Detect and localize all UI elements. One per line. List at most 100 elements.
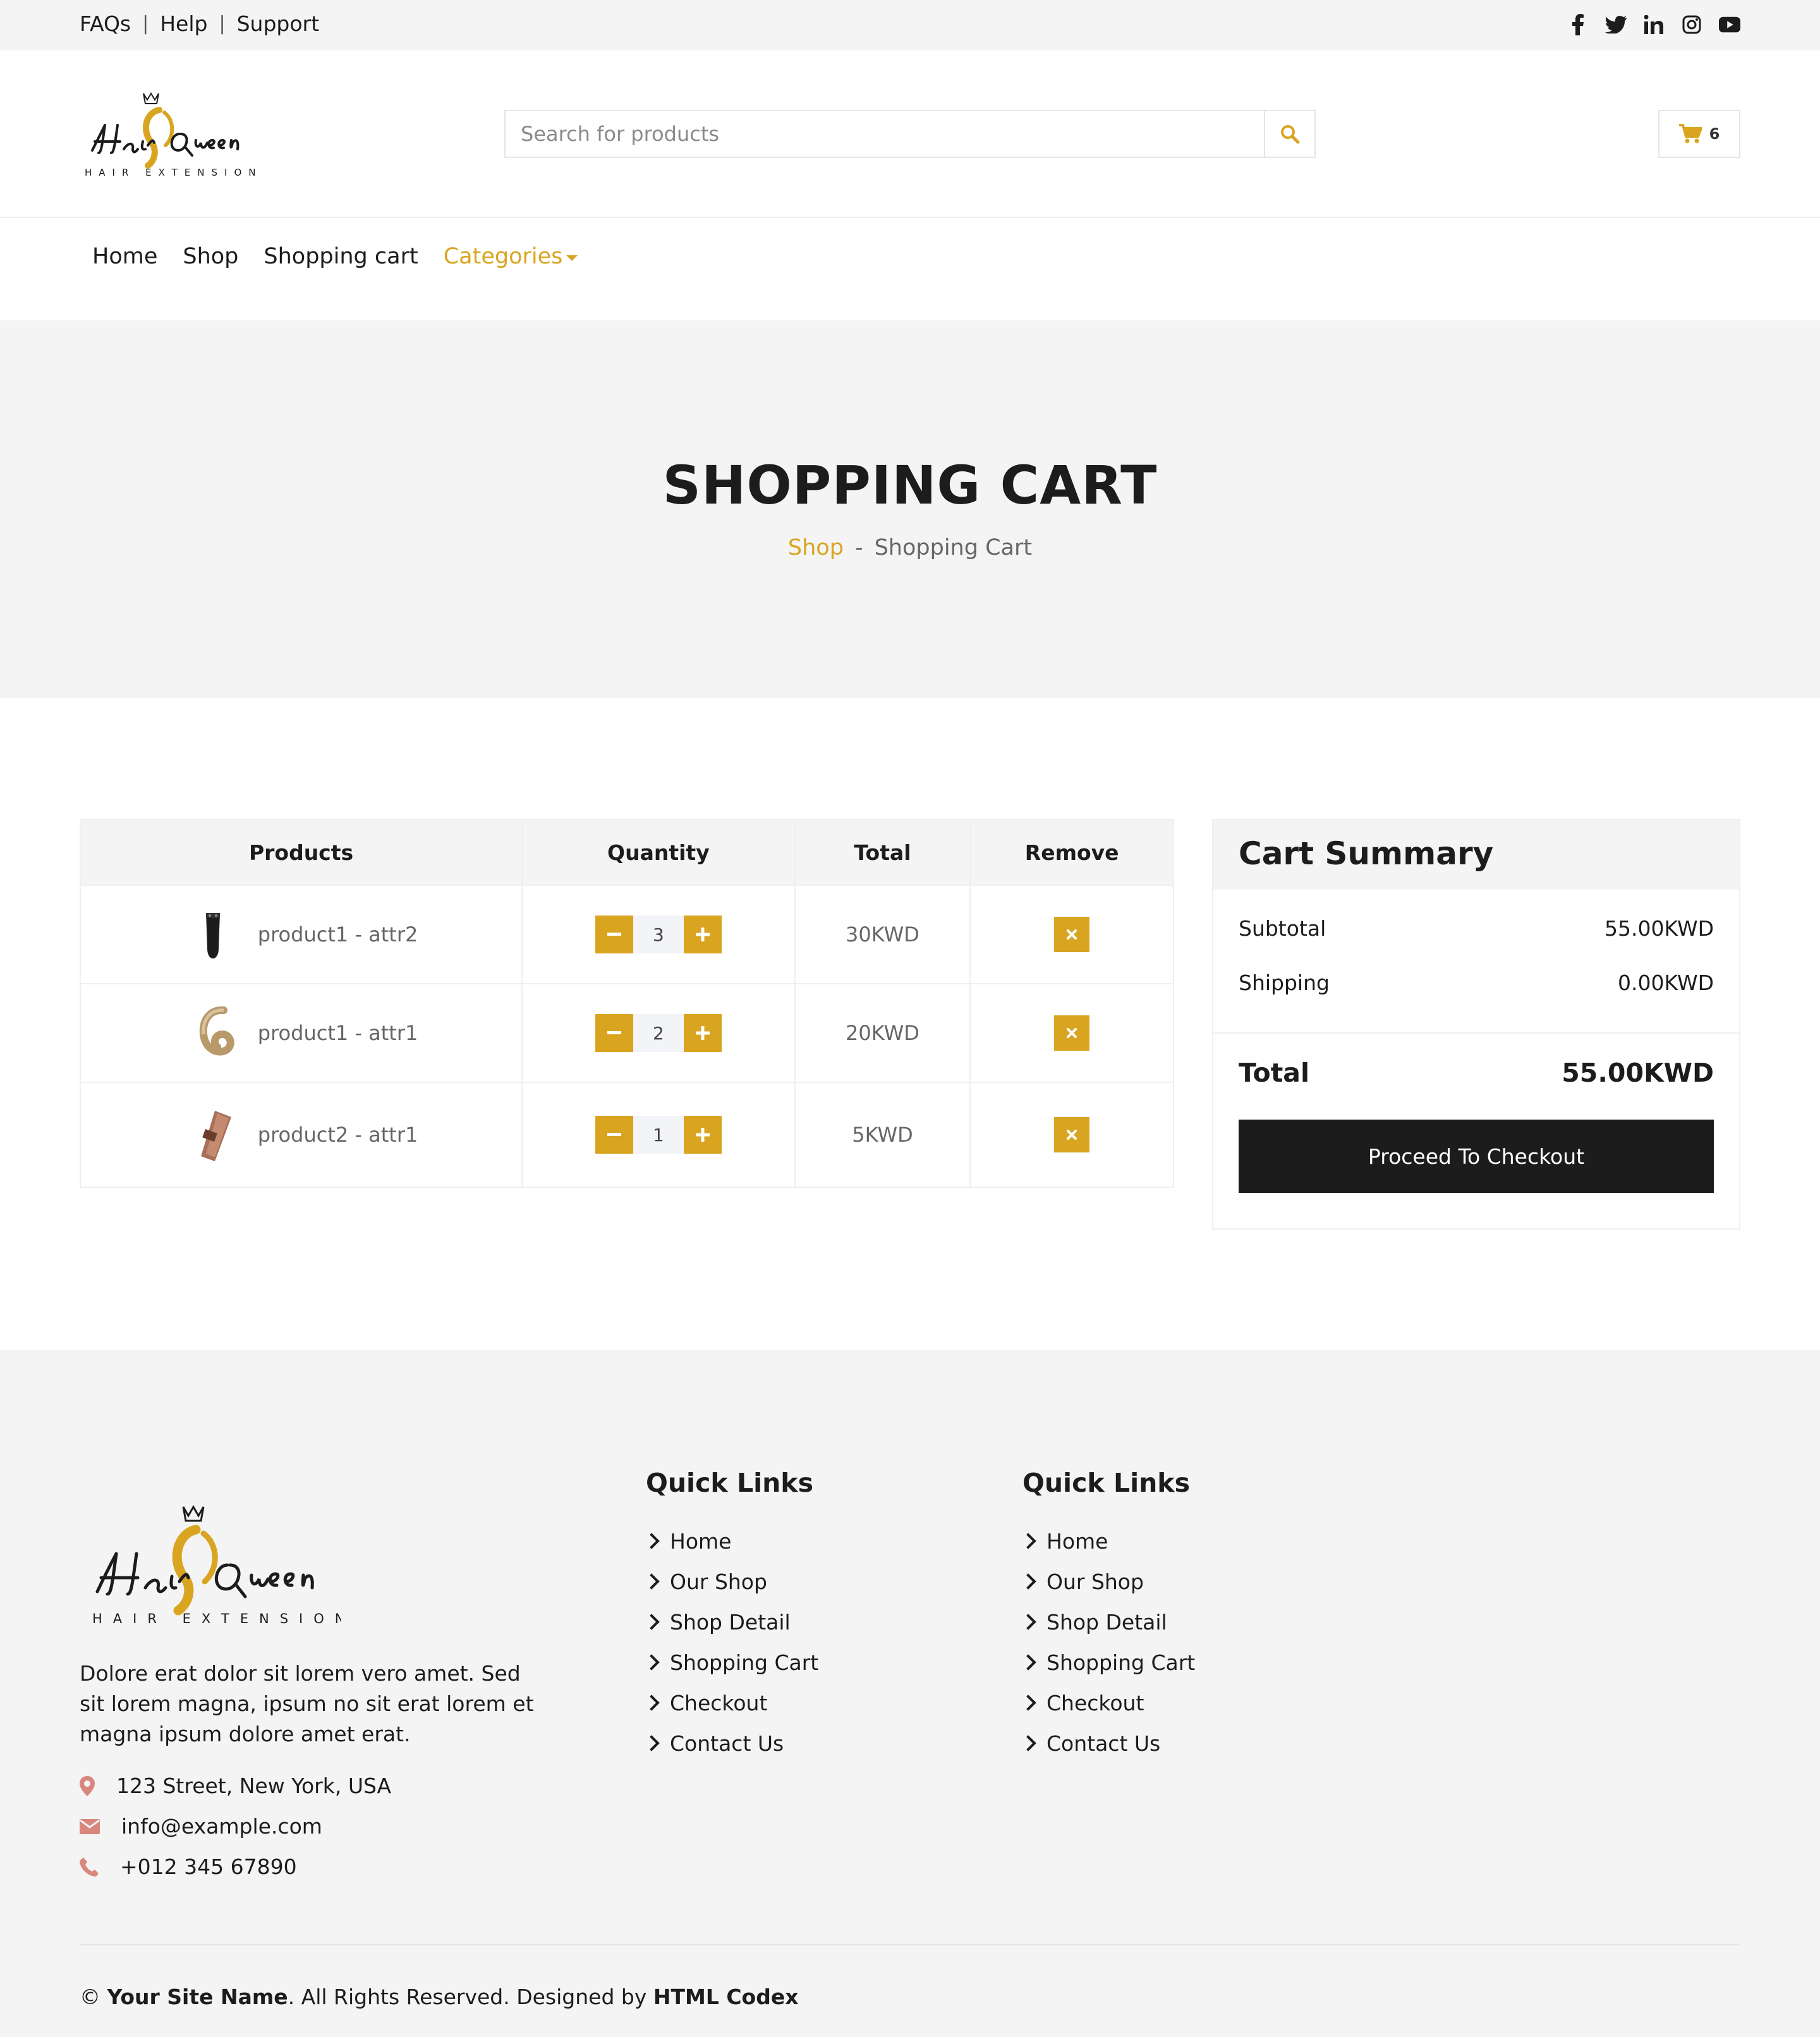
quantity-value[interactable]: 1 [633,1116,684,1154]
chevron-right-icon [1020,1654,1036,1671]
copyright: © Your Site Name. All Rights Reserved. D… [80,1985,799,2009]
product-thumbnail[interactable] [185,903,241,966]
column-header-quantity: Quantity [521,819,796,886]
footer-link-label: Home [1046,1528,1108,1554]
breadcrumb: Shop - Shopping Cart [0,535,1820,560]
breadcrumb-separator: - [854,535,863,560]
footer-link-checkout[interactable]: Checkout [643,1683,818,1723]
instagram-icon[interactable] [1681,13,1702,37]
chevron-right-icon [1020,1533,1036,1549]
footer-link-label: Home [670,1528,732,1554]
nav-shop[interactable]: Shop [183,244,238,269]
decrease-quantity-button[interactable] [595,1116,633,1154]
column-header-total: Total [794,819,971,886]
chevron-right-icon [1020,1573,1036,1590]
footer-link-shop-detail[interactable]: Shop Detail [1020,1602,1195,1642]
product-cell: product1 - attr1 [79,983,523,1083]
shipping-value: 0.00KWD [1618,970,1714,995]
product-name[interactable]: product1 - attr1 [258,1021,418,1045]
footer-link-label: Our Shop [1046,1569,1144,1594]
designer-link[interactable]: HTML Codex [653,1985,799,2009]
cart-summary: Cart Summary Subtotal 55.00KWD Shipping … [1212,819,1740,1230]
footer-link-contact-us[interactable]: Contact Us [643,1723,818,1763]
quick-links-title: Quick Links [646,1468,813,1498]
footer-link-home[interactable]: Home [1020,1521,1195,1561]
remove-item-button[interactable] [1054,1117,1090,1152]
copyright-symbol: © [80,1985,100,2009]
chevron-right-icon [643,1573,660,1590]
nav-shopping-cart[interactable]: Shopping cart [264,244,418,269]
quantity-value[interactable]: 2 [633,1014,684,1052]
nav-categories-dropdown[interactable]: Categories [444,244,578,269]
remove-item-button[interactable] [1054,917,1090,952]
footer-link-label: Contact Us [1046,1731,1161,1756]
support-link[interactable]: Support [237,11,319,36]
footer-address: 123 Street, New York, USA [80,1774,391,1798]
quantity-value[interactable]: 3 [633,916,684,953]
close-icon [1067,1130,1077,1140]
footer-link-label: Contact Us [670,1731,784,1756]
nav-home[interactable]: Home [92,244,157,269]
table-row: product2 - attr1 1 5KWD [79,1082,1174,1188]
search-button[interactable] [1264,111,1314,157]
footer-link-our-shop[interactable]: Our Shop [1020,1561,1195,1602]
youtube-icon[interactable] [1719,13,1740,37]
chevron-right-icon [643,1533,660,1549]
line-total: 5KWD [794,1082,971,1188]
remove-item-button[interactable] [1054,1015,1090,1051]
remove-cell [969,1082,1174,1188]
product-name[interactable]: product1 - attr2 [258,922,418,946]
footer-link-shop-detail[interactable]: Shop Detail [643,1602,818,1642]
breadcrumb-shop-link[interactable]: Shop [788,535,844,560]
footer-divider [80,1944,1740,1945]
product-thumbnail[interactable] [185,1001,241,1065]
footer-logo[interactable]: HAIR EXTENSIONS [88,1497,364,1636]
line-total: 20KWD [794,983,971,1083]
quantity-cell: 1 [521,1082,796,1188]
facebook-icon[interactable] [1567,13,1589,37]
footer-link-shopping-cart[interactable]: Shopping Cart [1020,1642,1196,1683]
cart-table-header: Products Quantity Total Remove [79,819,1174,886]
footer-link-shopping-cart[interactable]: Shopping Cart [643,1642,819,1683]
increase-quantity-button[interactable] [683,1116,722,1154]
footer-link-our-shop[interactable]: Our Shop [643,1561,818,1602]
footer-phone: +012 345 67890 [80,1854,297,1879]
phone-text[interactable]: +012 345 67890 [120,1854,297,1879]
shipping-label: Shipping [1239,970,1330,995]
chevron-right-icon [1020,1695,1036,1711]
chevron-right-icon [643,1654,660,1671]
separator: | [142,13,149,35]
proceed-to-checkout-button[interactable]: Proceed To Checkout [1239,1120,1714,1193]
site-header: HAIR EXTENSIONS 6 [0,51,1820,218]
product-thumbnail[interactable] [185,1103,241,1166]
site-logo[interactable]: HAIR EXTENSIONS [85,87,269,182]
footer-link-label: Shopping Cart [1046,1650,1196,1675]
product-name[interactable]: product2 - attr1 [258,1123,418,1147]
total-value: 55.00KWD [1562,1058,1714,1088]
increase-quantity-button[interactable] [683,916,722,953]
footer-link-home[interactable]: Home [643,1521,818,1561]
header-cart-button[interactable]: 6 [1658,110,1740,158]
close-icon [1067,929,1077,940]
twitter-icon[interactable] [1605,13,1627,37]
increase-quantity-button[interactable] [683,1014,722,1052]
site-name-link[interactable]: Your Site Name [107,1985,288,2009]
help-link[interactable]: Help [160,11,207,36]
email-text[interactable]: info@example.com [121,1814,322,1839]
caret-down-icon [566,255,578,261]
footer-link-checkout[interactable]: Checkout [1020,1683,1195,1723]
search-input[interactable] [506,111,1264,157]
linkedin-icon[interactable] [1643,13,1665,37]
faqs-link[interactable]: FAQs [80,11,131,36]
footer-link-label: Our Shop [670,1569,767,1594]
decrease-quantity-button[interactable] [595,916,633,953]
decrease-quantity-button[interactable] [595,1014,633,1052]
site-footer: HAIR EXTENSIONS Dolore erat dolor sit lo… [0,1350,1820,2037]
footer-link-label: Checkout [670,1690,768,1715]
footer-link-contact-us[interactable]: Contact Us [1020,1723,1195,1763]
subtotal-value: 55.00KWD [1605,916,1714,941]
search-bar [504,110,1316,158]
footer-link-label: Shopping Cart [670,1650,819,1675]
plus-icon [695,1128,710,1142]
plus-icon [695,1026,710,1040]
